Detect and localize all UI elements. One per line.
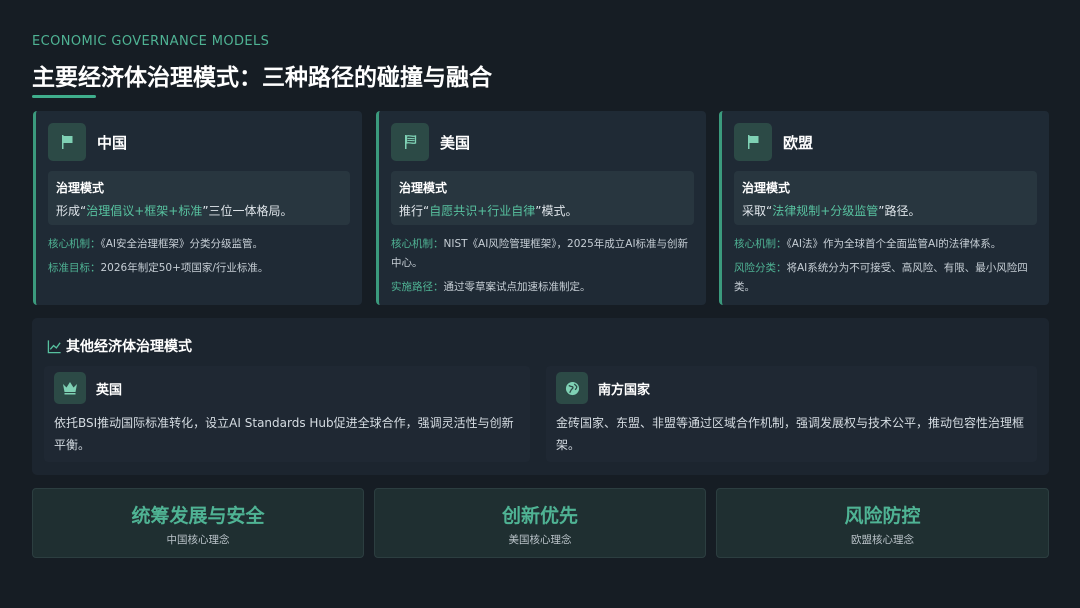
point-item: 核心机制：《AI法》作为全球首个全面监管AI的法律体系。 bbox=[734, 238, 1002, 250]
crown-icon bbox=[54, 372, 86, 404]
section-kicker: ECONOMIC GOVERNANCE MODELS bbox=[32, 34, 270, 49]
chart-line-icon bbox=[47, 339, 61, 353]
concept-usa: 创新优先 美国核心理念 bbox=[374, 488, 706, 558]
governance-mode-box: 治理模式 形成“治理倡议+框架+标准”三位一体格局。 bbox=[48, 171, 350, 225]
concept-title: 统筹发展与安全 bbox=[131, 505, 265, 527]
point-item: 核心机制：《AI安全治理框架》分类分级监管。 bbox=[48, 238, 264, 250]
mode-highlight: 法律规制+分级监管 bbox=[772, 204, 879, 218]
governance-mode-box: 治理模式 采取“法律规制+分级监管”路径。 bbox=[734, 171, 1037, 225]
mode-text: 推行“自愿共识+行业自律”模式。 bbox=[399, 204, 578, 218]
flag-usa-icon bbox=[391, 123, 429, 161]
concept-china: 统筹发展与安全 中国核心理念 bbox=[32, 488, 364, 558]
point-item: 核心机制：NIST《AI风险管理框架》，2025年成立AI标准与创新中心。 bbox=[391, 238, 689, 269]
concept-caption: 美国核心理念 bbox=[508, 534, 572, 546]
mode-text: 采取“法律规制+分级监管”路径。 bbox=[742, 204, 921, 218]
card-title: 美国 bbox=[440, 133, 471, 152]
card-usa: 美国 治理模式 推行“自愿共识+行业自律”模式。 核心机制：NIST《AI风险管… bbox=[376, 111, 706, 305]
concept-caption: 欧盟核心理念 bbox=[851, 534, 914, 546]
card-title: 中国 bbox=[97, 133, 128, 152]
other-title: 其他经济体治理模式 bbox=[47, 336, 192, 356]
mode-label: 治理模式 bbox=[742, 181, 791, 195]
card-china: 中国 治理模式 形成“治理倡议+框架+标准”三位一体格局。 核心机制：《AI安全… bbox=[33, 111, 362, 305]
point-item: 实施路径：通过零草案试点加速标准制定。 bbox=[391, 281, 591, 293]
economy-description: 依托BSI推动国际标准转化，设立AI Standards Hub促进全球合作，强… bbox=[54, 416, 514, 452]
mode-highlight: 自愿共识+行业自律 bbox=[429, 204, 536, 218]
other-economies-panel: 其他经济体治理模式 英国 依托BSI推动国际标准转化，设立AI Standard… bbox=[32, 318, 1049, 475]
flag-icon bbox=[734, 123, 772, 161]
economy-name: 南方国家 bbox=[598, 382, 651, 398]
mode-label: 治理模式 bbox=[399, 181, 448, 195]
concept-eu: 风险防控 欧盟核心理念 bbox=[716, 488, 1049, 558]
mode-text: 形成“治理倡议+框架+标准”三位一体格局。 bbox=[56, 204, 293, 218]
flag-icon bbox=[48, 123, 86, 161]
title-underline bbox=[32, 95, 96, 98]
mode-label: 治理模式 bbox=[56, 181, 105, 195]
card-eu: 欧盟 治理模式 采取“法律规制+分级监管”路径。 核心机制：《AI法》作为全球首… bbox=[719, 111, 1049, 305]
economy-uk: 英国 依托BSI推动国际标准转化，设立AI Standards Hub促进全球合… bbox=[44, 366, 530, 462]
point-item: 风险分类：将AI系统分为不可接受、高风险、有限、最小风险四类。 bbox=[734, 262, 1028, 293]
concept-title: 创新优先 bbox=[501, 505, 578, 527]
card-title: 欧盟 bbox=[783, 133, 814, 152]
economy-name: 英国 bbox=[96, 382, 123, 398]
page-title: 主要经济体治理模式：三种路径的碰撞与融合 bbox=[32, 65, 492, 91]
point-item: 标准目标：2026年制定50+项国家/行业标准。 bbox=[48, 262, 269, 274]
globe-icon bbox=[556, 372, 588, 404]
concept-title: 风险防控 bbox=[844, 505, 921, 527]
mode-highlight: 治理倡议+框架+标准 bbox=[86, 204, 203, 218]
concept-caption: 中国核心理念 bbox=[166, 534, 230, 546]
governance-mode-box: 治理模式 推行“自愿共识+行业自律”模式。 bbox=[391, 171, 694, 225]
economy-description: 金砖国家、东盟、非盟等通过区域合作机制，强调发展权与技术公平，推动包容性治理框架… bbox=[556, 416, 1025, 452]
economy-global-south: 南方国家 金砖国家、东盟、非盟等通过区域合作机制，强调发展权与技术公平，推动包容… bbox=[546, 366, 1037, 462]
